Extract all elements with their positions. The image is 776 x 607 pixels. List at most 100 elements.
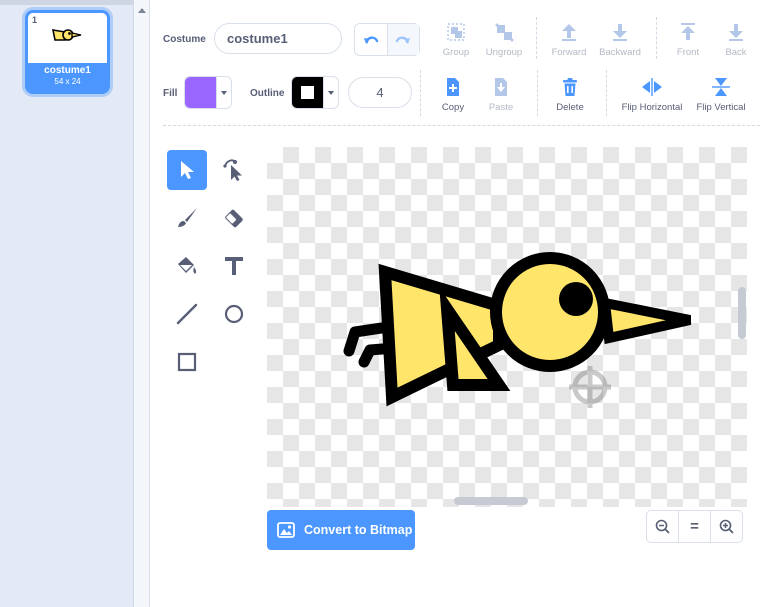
zoom-in-icon xyxy=(719,519,734,534)
outline-swatch[interactable] xyxy=(292,77,323,108)
canvas-vertical-scrollbar[interactable] xyxy=(738,287,746,339)
eraser-icon xyxy=(225,209,243,228)
ungroup-icon xyxy=(495,23,514,42)
bird-sprite[interactable] xyxy=(267,147,747,507)
forward-icon xyxy=(562,24,576,41)
paste-icon xyxy=(495,78,507,96)
text-icon xyxy=(225,257,243,275)
rectangle-tool[interactable] xyxy=(167,342,207,382)
bird-beak xyxy=(599,296,692,345)
redo-button[interactable] xyxy=(386,24,419,55)
text-tool[interactable] xyxy=(214,246,254,286)
ungroup-label: Ungroup xyxy=(485,47,523,58)
outline-dropdown[interactable] xyxy=(323,77,338,108)
image-icon xyxy=(277,522,295,538)
flip-vertical-label: Flip Vertical xyxy=(696,102,746,113)
costume-thumbnail-area: 1 xyxy=(28,13,107,63)
chevron-down-icon xyxy=(221,90,227,95)
forward-label: Forward xyxy=(551,47,587,58)
toolbar-divider xyxy=(420,70,421,116)
group-label: Group xyxy=(442,47,470,58)
forward-button[interactable]: Forward xyxy=(548,22,590,58)
toolbar-divider xyxy=(656,17,657,59)
crosshair-icon xyxy=(569,366,611,408)
chevron-down-icon xyxy=(328,90,334,95)
costume-size: 54 x 24 xyxy=(54,77,81,86)
copy-button[interactable]: Copy xyxy=(434,77,472,113)
costume-thumbnail xyxy=(51,29,82,41)
bird-eye xyxy=(559,282,593,316)
zoom-in-button[interactable] xyxy=(710,511,742,542)
back-icon xyxy=(729,24,743,41)
front-icon xyxy=(681,23,695,40)
back-button[interactable]: Back xyxy=(716,22,756,58)
eraser-tool[interactable] xyxy=(214,198,254,238)
reshape-tool[interactable] xyxy=(214,150,254,190)
fill-swatch[interactable] xyxy=(185,77,216,108)
flip-horizontal-icon xyxy=(642,78,662,96)
delete-button[interactable]: Delete xyxy=(550,77,590,113)
fill-bucket-icon xyxy=(178,257,197,274)
flip-horizontal-button[interactable]: Flip Horizontal xyxy=(617,77,687,113)
outline-width-input[interactable] xyxy=(348,77,412,108)
costume-list: 1 costume1 54 x 24 xyxy=(0,0,134,607)
paint-canvas[interactable] xyxy=(267,147,747,507)
bird-head xyxy=(490,252,610,372)
paste-label: Paste xyxy=(488,102,514,113)
trash-icon xyxy=(563,78,577,96)
outline-label: Outline xyxy=(250,88,285,99)
costume-name: costume1 xyxy=(44,65,91,76)
zoom-out-button[interactable] xyxy=(647,511,678,542)
brush-icon xyxy=(178,208,197,227)
brush-tool[interactable] xyxy=(167,198,207,238)
fill-color-picker[interactable] xyxy=(184,76,232,109)
paste-button[interactable]: Paste xyxy=(482,77,520,113)
costume-number: 1 xyxy=(32,15,38,25)
rectangle-icon xyxy=(177,352,197,372)
undo-icon xyxy=(363,36,378,44)
fill-tool[interactable] xyxy=(167,246,207,286)
circle-tool[interactable] xyxy=(214,294,254,334)
convert-to-bitmap-button[interactable]: Convert to Bitmap xyxy=(267,510,415,550)
toolbar-divider xyxy=(606,70,607,116)
costume-name-input[interactable] xyxy=(214,23,342,54)
backward-button[interactable]: Backward xyxy=(596,22,644,58)
group-icon xyxy=(447,23,465,41)
back-label: Back xyxy=(725,47,747,58)
front-button[interactable]: Front xyxy=(668,22,708,58)
backward-label: Backward xyxy=(599,47,641,58)
convert-label: Convert to Bitmap xyxy=(304,523,413,537)
undo-redo-group xyxy=(354,23,420,56)
line-tool[interactable] xyxy=(167,294,207,334)
circle-icon xyxy=(224,304,244,324)
outline-color-picker[interactable] xyxy=(291,76,339,109)
zoom-reset-button[interactable]: = xyxy=(678,511,710,542)
flip-horizontal-label: Flip Horizontal xyxy=(621,102,683,113)
group-button[interactable]: Group xyxy=(436,22,476,58)
delete-label: Delete xyxy=(556,102,584,113)
toolbar-bottom-divider xyxy=(163,125,760,126)
costume-label: Costume xyxy=(163,34,206,45)
backward-icon xyxy=(613,24,627,41)
select-icon xyxy=(181,161,194,179)
toolbar-divider xyxy=(536,17,537,59)
toolbar-divider xyxy=(537,70,538,116)
costume-list-scrollbar[interactable] xyxy=(134,0,150,607)
fill-label: Fill xyxy=(163,88,178,99)
select-tool[interactable] xyxy=(167,150,207,190)
copy-icon xyxy=(447,78,459,96)
flip-vertical-button[interactable]: Flip Vertical xyxy=(692,77,750,113)
fill-dropdown[interactable] xyxy=(216,77,231,108)
reshape-icon xyxy=(223,159,242,181)
ungroup-button[interactable]: Ungroup xyxy=(482,22,526,58)
line-icon xyxy=(176,303,198,325)
zoom-controls: = xyxy=(646,510,743,543)
copy-label: Copy xyxy=(441,102,465,113)
undo-button[interactable] xyxy=(355,24,387,55)
costume-tile[interactable]: 1 costume1 54 x 24 xyxy=(25,10,110,94)
canvas-horizontal-scrollbar[interactable] xyxy=(454,497,528,505)
top-strip xyxy=(0,0,134,5)
scroll-up-arrow-icon[interactable] xyxy=(138,8,146,13)
zoom-out-icon xyxy=(655,519,670,534)
redo-icon xyxy=(396,36,411,44)
